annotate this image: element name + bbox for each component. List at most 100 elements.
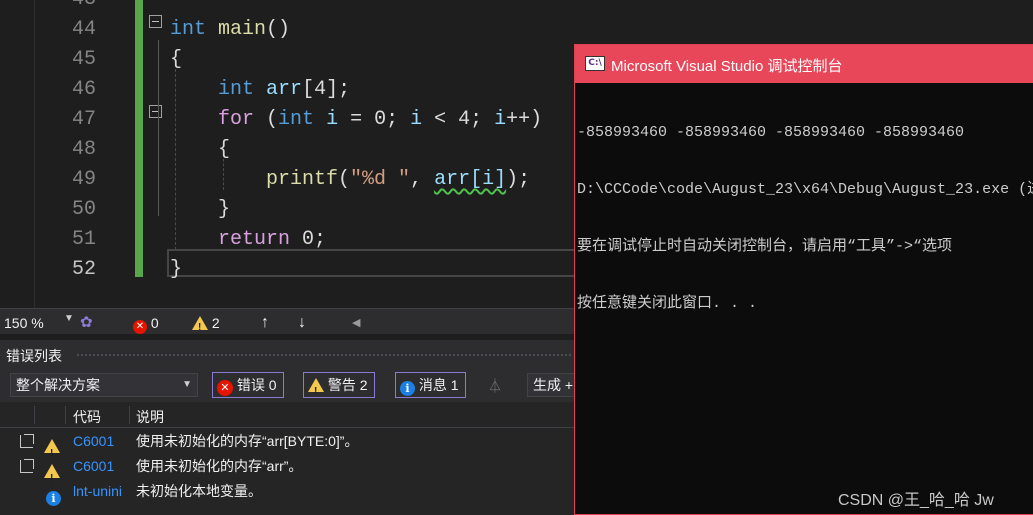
code-token: { (170, 138, 231, 161)
code-line[interactable]: 44 int main() (0, 15, 575, 45)
errors-filter-button[interactable]: ✕ 错误 0 (212, 372, 284, 398)
code-token: ( (254, 108, 279, 131)
line-number: 46 (71, 78, 96, 101)
code-line[interactable]: 45 { (0, 45, 575, 75)
error-icon: ✕ (133, 320, 147, 334)
code-token: { (170, 48, 183, 71)
console-line: 按任意键关闭此窗口. . . (577, 295, 758, 312)
error-description: 使用未初始化的内存“arr[BYTE:0]”。 (136, 433, 359, 449)
error-code-link[interactable]: C6001 (73, 454, 114, 479)
open-in-window-icon[interactable] (20, 434, 34, 448)
code-token: int (218, 78, 255, 101)
console-line: 要在调试停止时自动关闭控制台，请启用“工具”->“选项 (577, 238, 953, 255)
code-text[interactable]: } (170, 255, 182, 285)
code-token: } (170, 258, 183, 281)
code-line[interactable]: 51 return 0; (0, 225, 575, 255)
line-number: 45 (71, 48, 96, 71)
errors-filter-label: 错误 0 (236, 377, 277, 393)
code-token: for (218, 108, 255, 131)
intellicode-icon[interactable]: ✿ (80, 313, 93, 333)
code-text[interactable]: } (170, 195, 230, 225)
code-line[interactable]: 43 (0, 0, 575, 15)
scope-dropdown[interactable]: 整个解决方案 ▼ (10, 373, 198, 397)
code-line[interactable]: 46 int arr[4]; (0, 75, 575, 105)
code-token: arr[i] (434, 168, 507, 191)
line-number: 50 (71, 198, 96, 221)
column-separator[interactable] (129, 406, 130, 424)
open-in-window-icon[interactable] (20, 459, 34, 473)
code-text[interactable]: printf("%d ", arr[i]); (170, 165, 530, 195)
error-list-row[interactable]: ! C6001 使用未初始化的内存“arr[BYTE:0]”。 (0, 429, 575, 459)
line-number: 51 (71, 228, 96, 251)
code-token: = 0; (338, 108, 411, 131)
code-text[interactable]: for (int i = 0; i < 4; i++) (170, 105, 542, 135)
messages-filter-button[interactable]: i 消息 1 (395, 372, 466, 398)
console-line: D:\CCCode\code\August_23\x64\Debug\Augus… (577, 181, 1033, 198)
code-line[interactable]: 49 printf("%d ", arr[i]); (0, 165, 575, 195)
error-list-row[interactable]: i lnt-unini 未初始化本地变量。 (0, 479, 575, 506)
debug-console-window[interactable]: C:\ Microsoft Visual Studio 调试控制台 -85899… (574, 44, 1033, 515)
code-editor[interactable]: 4344int main()45{46 int arr[4];47 for (i… (0, 0, 575, 308)
error-code-link[interactable]: C6001 (73, 429, 114, 454)
error-description: 使用未初始化的内存“arr”。 (136, 458, 303, 474)
console-title: Microsoft Visual Studio 调试控制台 (611, 58, 843, 75)
line-number: 52 (71, 258, 96, 281)
column-header-description[interactable]: 说明 (136, 407, 164, 427)
code-line[interactable]: 52} (0, 255, 575, 285)
messages-filter-label: 消息 1 (418, 377, 459, 393)
code-line[interactable]: 48 { (0, 135, 575, 165)
warning-icon: ! (308, 378, 324, 397)
watermark: CSDN @王_哈_哈 Jw (838, 492, 994, 509)
scroll-left-icon[interactable]: ◀ (352, 313, 360, 333)
code-line[interactable]: 50 } (0, 195, 575, 225)
code-token: int (278, 108, 315, 131)
scope-value: 整个解决方案 (16, 377, 100, 393)
code-token: int (170, 18, 207, 41)
line-number: 48 (71, 138, 96, 161)
filter-icon[interactable]: ⏃ (488, 376, 502, 396)
code-text[interactable]: { (170, 135, 230, 165)
console-app-icon: C:\ (585, 56, 605, 71)
error-code-link[interactable]: lnt-unini (73, 479, 122, 504)
warning-icon: ! (192, 316, 208, 333)
arrow-down-icon[interactable]: ↓ (298, 313, 306, 333)
error-list-titlebar[interactable]: 错误列表 (0, 340, 575, 370)
warnings-filter-button[interactable]: ! 警告 2 (303, 372, 375, 398)
code-token: i (410, 108, 423, 131)
code-token: "%d " (350, 168, 411, 191)
error-count-indicator[interactable]: ✕ 0 (133, 313, 159, 334)
info-icon: i (400, 381, 415, 396)
arrow-up-icon[interactable]: ↑ (261, 313, 269, 333)
line-number: 47 (71, 108, 96, 131)
drag-grip[interactable] (76, 353, 571, 358)
column-separator[interactable] (34, 406, 35, 424)
editor-status-bar: 150 % ▼ ✿ ✕ 0 ! 2 ↑ ↓ ◀ (0, 308, 575, 334)
code-token: arr (266, 78, 303, 101)
console-line: -858993460 -858993460 -858993460 -858993… (577, 124, 965, 141)
warning-count-indicator[interactable]: ! 2 (192, 313, 220, 333)
code-token: [4]; (302, 78, 351, 101)
console-titlebar[interactable]: C:\ Microsoft Visual Studio 调试控制台 (575, 45, 1033, 83)
warnings-filter-label: 警告 2 (327, 377, 368, 393)
code-line[interactable]: 47 for (int i = 0; i < 4; i++) (0, 105, 575, 135)
code-text[interactable]: int arr[4]; (170, 75, 350, 105)
info-icon: i (46, 483, 61, 508)
error-list-panel: 错误列表 整个解决方案 ▼ ✕ 错误 0 ! 警告 2 i 消息 1 ⏃ 生成 … (0, 340, 587, 515)
chevron-down-icon[interactable]: ▼ (64, 313, 74, 324)
error-list-row[interactable]: ! C6001 使用未初始化的内存“arr”。 (0, 454, 575, 484)
code-token: printf (266, 168, 339, 191)
code-text[interactable]: return 0; (170, 225, 326, 255)
error-description: 未初始化本地变量。 (136, 483, 262, 499)
code-token: } (170, 198, 231, 221)
column-header-code[interactable]: 代码 (73, 407, 101, 427)
code-text[interactable]: { (170, 45, 182, 75)
column-separator[interactable] (65, 406, 66, 424)
error-list-title: 错误列表 (6, 348, 62, 364)
line-number: 49 (71, 168, 96, 191)
code-text[interactable]: int main() (170, 15, 290, 45)
